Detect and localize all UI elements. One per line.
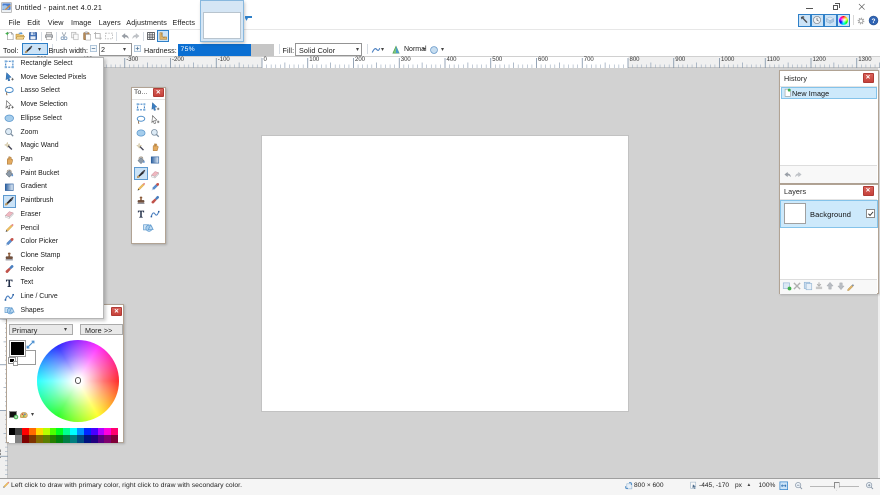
- svg-text:?: ?: [871, 18, 875, 25]
